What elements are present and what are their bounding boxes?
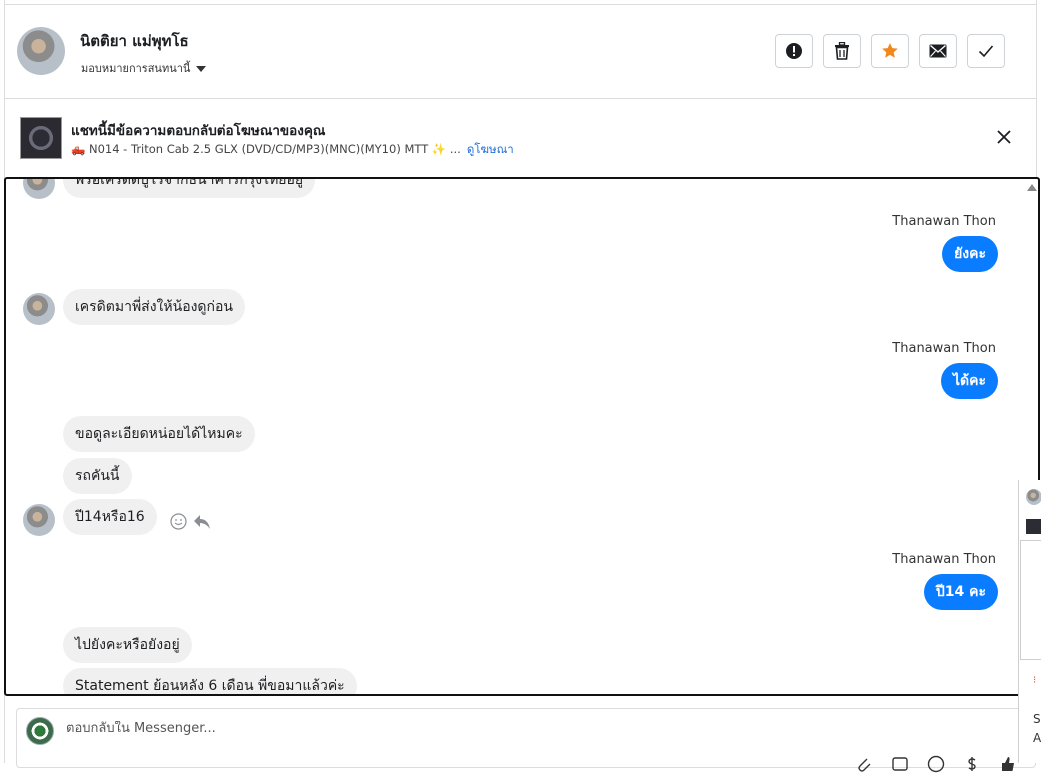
envelope-icon (929, 44, 947, 58)
mark-unread-button[interactable] (919, 34, 957, 68)
incoming-message: พร้อเครดิตบูโรจากธนาคารกรุงไทยอยู่ (63, 179, 316, 198)
delete-button[interactable] (823, 34, 861, 68)
contact-avatar-small (23, 504, 55, 536)
checkmark-icon (978, 45, 994, 58)
ad-banner-subtitle: 🛻 N014 - Triton Cab 2.5 GLX (DVD/CD/MP3)… (71, 141, 514, 159)
side-ad-thumbnail (1026, 519, 1041, 534)
message-actions (170, 513, 211, 530)
close-banner-button[interactable] (994, 127, 1014, 147)
side-text: A (1033, 731, 1041, 745)
composer-toolbar (855, 755, 1017, 773)
ad-product-text: 🛻 N014 - Triton Cab 2.5 GLX (DVD/CD/MP3)… (71, 142, 461, 156)
side-contact-avatar (1026, 489, 1041, 505)
mark-done-button[interactable] (967, 34, 1005, 68)
ad-banner-title: แชทนี้มีข้อความตอบกลับต่อโฆษณาของคุณ (71, 123, 326, 139)
attachment-icon[interactable] (855, 755, 873, 773)
scroll-up-arrow-icon[interactable] (1027, 184, 1037, 191)
assign-conversation-dropdown[interactable]: มอบหมายการสนทนานี้ (81, 59, 207, 77)
assign-label: มอบหมายการสนทนานี้ (81, 62, 191, 75)
star-button[interactable] (871, 34, 909, 68)
outgoing-message: ยังคะ (942, 236, 998, 272)
emoji-icon[interactable] (927, 755, 945, 773)
contact-name[interactable]: นิตติยา แม่พุทโธ (80, 29, 189, 53)
trash-icon (835, 42, 849, 60)
star-icon (882, 43, 898, 58)
contact-avatar[interactable] (17, 27, 65, 75)
reply-composer (16, 708, 1036, 773)
emoji-react-icon[interactable] (170, 513, 187, 530)
ad-thumbnail[interactable] (20, 117, 62, 159)
incoming-message: ปี14หรือ16 (63, 499, 157, 535)
incoming-message: ขอดูละเอียดหน่อยได้ไหมคะ (63, 416, 255, 452)
incoming-message: ไปยังคะหรือยังอยู่ (63, 627, 192, 663)
sender-name: Thanawan Thon (892, 341, 996, 356)
exclamation-circle-icon (786, 43, 802, 59)
close-icon (997, 130, 1011, 144)
contact-avatar-small (23, 179, 55, 199)
ad-reply-banner: แชทนี้มีข้อความตอบกลับต่อโฆษณาของคุณ 🛻 N… (5, 98, 1036, 176)
incoming-message: Statement ย้อนหลัง 6 เดือน พี่ขอมาแล้วค่… (63, 668, 357, 694)
payment-icon[interactable] (963, 755, 981, 773)
reply-arrow-icon[interactable] (193, 513, 211, 530)
sender-name: Thanawan Thon (892, 552, 996, 567)
conversation-header: นิตติยา แม่พุทโธ มอบหมายการสนทนานี้ (5, 4, 1036, 99)
view-ad-link[interactable]: ดูโฆษณา (467, 142, 514, 156)
sender-name: Thanawan Thon (892, 214, 996, 229)
outgoing-message: ปี14 คะ (923, 574, 998, 610)
like-icon[interactable] (999, 755, 1017, 773)
caret-down-icon (196, 66, 207, 72)
side-card (1020, 540, 1041, 660)
message-thread[interactable]: พร้อเครดิตบูโรจากธนาคารกรุงไทยอยู่ Thana… (4, 177, 1040, 696)
incoming-message: เครดิตมาพี่ส่งให้น้องดูก่อน (63, 289, 245, 325)
outgoing-message: ได้คะ (940, 363, 998, 399)
saved-reply-icon[interactable] (891, 755, 909, 773)
side-text: S (1033, 712, 1041, 726)
report-button[interactable] (775, 34, 813, 68)
page-avatar (26, 717, 54, 745)
contact-avatar-small (23, 293, 55, 325)
reply-input[interactable] (66, 721, 966, 736)
incoming-message: รถคันนี้ (63, 458, 132, 494)
side-indicator-icon: ⁝ (1033, 675, 1037, 686)
